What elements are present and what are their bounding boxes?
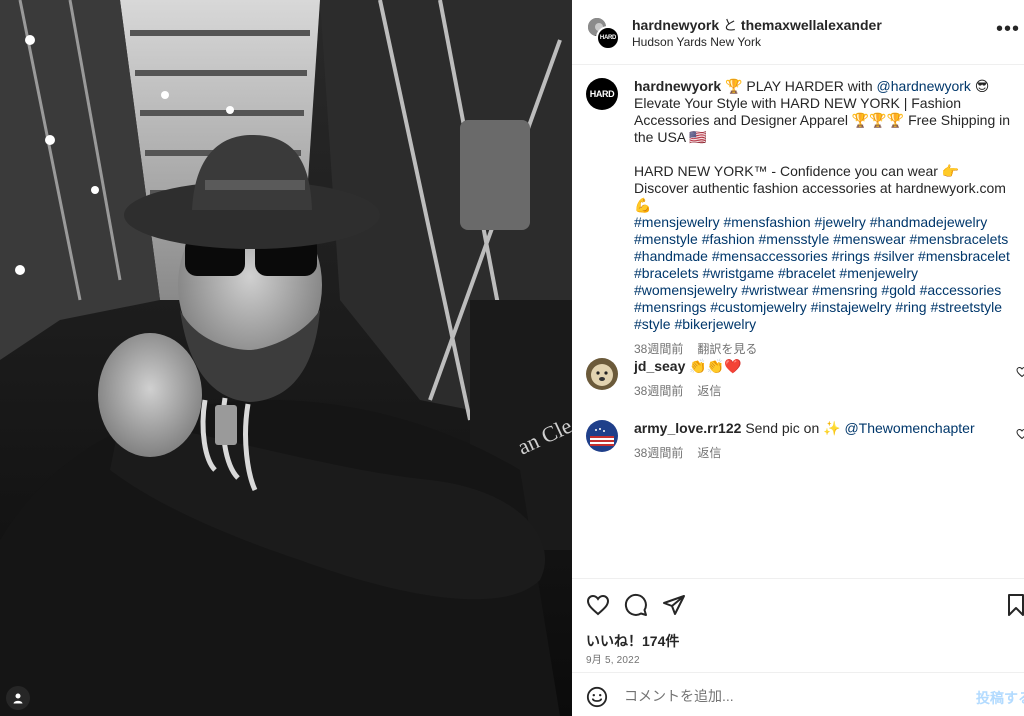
- comment-meta: 38週間前 返信: [634, 445, 994, 462]
- heart-icon[interactable]: [586, 593, 610, 617]
- caption-meta: 38週間前 翻訳を見る: [634, 341, 1014, 358]
- comment-text: 👏👏❤️: [689, 358, 742, 374]
- post-photo[interactable]: an Cle: [0, 0, 572, 716]
- avatar[interactable]: [586, 420, 618, 452]
- photo-illustration: an Cle: [0, 0, 572, 716]
- comment-username[interactable]: jd_seay: [634, 358, 685, 374]
- caption-line1-pre: 🏆 PLAY HARDER with: [725, 78, 877, 94]
- reply-button[interactable]: 返信: [697, 384, 721, 398]
- avatar-logo-text: HARD: [599, 35, 617, 41]
- caption-text: hardnewyork 🏆 PLAY HARDER with @hardnewy…: [634, 78, 1014, 358]
- comment-input[interactable]: [624, 683, 954, 709]
- bookmark-icon[interactable]: [1004, 593, 1024, 617]
- account-link-1[interactable]: hardnewyork: [632, 17, 719, 33]
- comment-meta: 38週間前 返信: [634, 383, 994, 400]
- comment-body: army_love.rr122 Send pic on ✨ @Thewomenc…: [634, 420, 994, 462]
- caption-paragraph2: HARD NEW YORK™ - Confidence you can wear…: [634, 163, 1006, 213]
- location-link[interactable]: Hudson Yards New York: [632, 35, 761, 49]
- avatar-logo-text: HARD: [589, 89, 615, 99]
- comment-like-icon[interactable]: [1016, 366, 1024, 378]
- caption-time[interactable]: 38週間前: [634, 342, 683, 356]
- avatar[interactable]: [586, 358, 618, 390]
- caption-and-comments[interactable]: HARD hardnewyork 🏆 PLAY HARDER with @har…: [572, 66, 1024, 578]
- comment-text: Send pic on ✨: [745, 420, 845, 436]
- comment-icon[interactable]: [624, 593, 648, 617]
- more-options-icon[interactable]: •••: [996, 18, 1020, 41]
- conjunction: と: [723, 17, 738, 33]
- collab-avatars[interactable]: HARD: [586, 16, 620, 50]
- caption-username[interactable]: hardnewyork: [634, 78, 721, 94]
- smiley-icon[interactable]: [586, 686, 608, 708]
- comment-composer: 投稿する: [572, 672, 1024, 716]
- caption-avatar[interactable]: HARD: [586, 78, 618, 110]
- comment-time[interactable]: 38週間前: [634, 446, 683, 460]
- comment-mention[interactable]: @Thewomenchapter: [844, 420, 974, 436]
- reply-button[interactable]: 返信: [697, 446, 721, 460]
- comment-username[interactable]: army_love.rr122: [634, 420, 741, 436]
- post-date[interactable]: 9月 5, 2022: [586, 651, 640, 666]
- caption-hashtags[interactable]: #mensjewelry #mensfashion #jewelry #hand…: [634, 214, 1010, 332]
- comment-time[interactable]: 38週間前: [634, 384, 683, 398]
- header-accounts: hardnewyork と themaxwellalexander: [632, 15, 882, 35]
- avatar-hard: HARD: [596, 26, 620, 50]
- caption-mention[interactable]: @hardnewyork: [877, 78, 971, 94]
- paper-plane-icon[interactable]: [662, 593, 686, 617]
- post-actions: いいね！174件 9月 5, 2022: [572, 578, 1024, 672]
- comment-like-icon[interactable]: [1016, 428, 1024, 440]
- user-tag-icon[interactable]: [6, 686, 30, 710]
- post-comment-button[interactable]: 投稿する: [976, 688, 1024, 708]
- account-link-2[interactable]: themaxwellalexander: [741, 17, 882, 33]
- like-count[interactable]: いいね！174件: [586, 631, 679, 651]
- translate-button[interactable]: 翻訳を見る: [697, 342, 757, 356]
- comment-body: jd_seay 👏👏❤️ 38週間前 返信: [634, 358, 994, 400]
- post-detail-panel: HARD hardnewyork と themaxwellalexander H…: [572, 0, 1024, 716]
- post-header: HARD hardnewyork と themaxwellalexander H…: [572, 0, 1024, 65]
